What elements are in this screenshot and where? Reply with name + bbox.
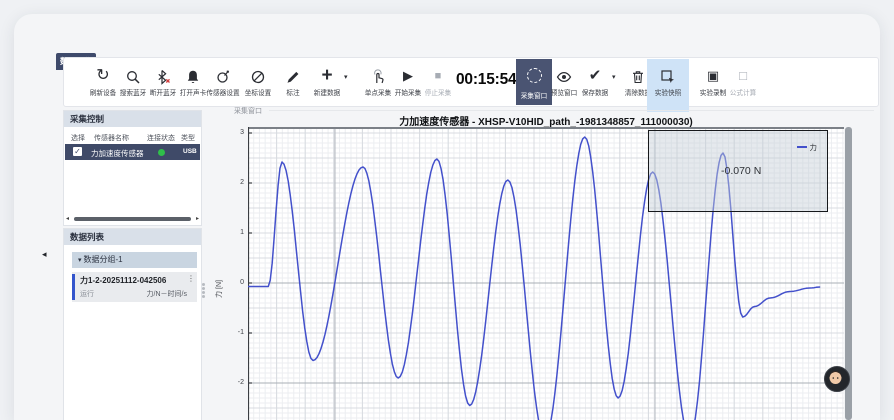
sidebar-collapse-handle[interactable]: ◂ (42, 249, 47, 260)
collect-timer: 00:15:54 (456, 71, 516, 89)
chart-plot-area[interactable]: -0.070 N 力 (248, 127, 844, 420)
row-checkbox[interactable]: ✓ (73, 147, 82, 156)
item-title: 力1-2-20251112-042506 (80, 275, 166, 286)
col-type: 类型 (181, 133, 195, 143)
stop-icon: ■ (417, 66, 459, 86)
sensor-name: 力加速度传感器 (91, 148, 144, 159)
pane-divider (269, 110, 874, 111)
table-row[interactable]: ✓ 力加速度传感器 USB (65, 144, 200, 160)
assistant-avatar-button[interactable] (824, 366, 850, 392)
item-menu-icon[interactable]: ⋮ (187, 274, 195, 283)
splitter-grip[interactable] (202, 282, 206, 299)
data-list-panel: 数据列表 ▾ 数据分组-1 力1-2-20251112-042506 运行 力/… (63, 228, 202, 420)
sensor-type: USB (183, 148, 197, 155)
chevron-down-icon[interactable]: ▾ (344, 73, 348, 81)
stop-collect-button[interactable]: ■ 停止采集 (417, 66, 459, 100)
snapshot-icon (647, 66, 689, 86)
col-conn-status: 连接状态 (147, 133, 175, 143)
item-axes: 力/N－时间/s (147, 289, 187, 299)
y-tick-label: -2 (220, 379, 244, 386)
data-list-item[interactable]: 力1-2-20251112-042506 运行 力/N－时间/s ⋮ (72, 272, 197, 302)
formula-icon: □ (722, 66, 764, 86)
check-icon: ✔ (574, 66, 616, 86)
panel-title: 采集控制 (64, 111, 201, 127)
new-data-button[interactable]: + 新建数据 ▾ (306, 66, 348, 100)
annotation-value: -0.070 N (721, 165, 761, 177)
panel-title: 数据列表 (64, 229, 201, 245)
scroll-right-icon[interactable]: ▸ (196, 215, 199, 223)
save-data-button[interactable]: ✔ 保存数据 ▾ (574, 66, 616, 100)
experiment-snapshot-button[interactable]: 实验快照 (647, 59, 689, 112)
item-status: 运行 (80, 289, 94, 299)
chevron-down-icon[interactable]: ▾ (612, 73, 616, 81)
col-select: 选择 (71, 133, 85, 143)
status-dot (158, 149, 165, 156)
scroll-left-icon[interactable]: ◂ (66, 215, 69, 223)
app-window: 数据采集 数据分析 数据报告 ↻ 刷新设备 搜索蓝牙 断开蓝牙 (14, 14, 880, 420)
y-tick-label: 0 (220, 279, 244, 286)
formula-calc-button[interactable]: □ 公式计算 (722, 66, 764, 100)
face-icon (825, 367, 846, 388)
y-tick-label: 2 (220, 179, 244, 186)
horizontal-scrollbar[interactable]: ◂ ▸ (65, 215, 200, 223)
annotation-box[interactable]: -0.070 N 力 (648, 130, 828, 212)
dashed-circle-icon (527, 68, 542, 83)
scrollbar-thumb[interactable] (74, 217, 191, 221)
y-tick-label: 3 (220, 129, 244, 136)
collect-control-panel: 采集控制 选择 传感器名称 连接状态 类型 ✓ 力加速度传感器 USB ◂ ▸ (63, 110, 202, 226)
plus-icon: + (306, 66, 348, 86)
col-sensor-name: 传感器名称 (94, 133, 129, 143)
y-tick-label: -1 (220, 329, 244, 336)
chart-title: 力加速度传感器 - XHSP-V10HID_path_-1981348857_1… (248, 113, 844, 128)
data-group-row[interactable]: ▾ 数据分组-1 (72, 252, 197, 268)
y-tick-label: 1 (220, 229, 244, 236)
screen: 数据采集 数据分析 数据报告 ↻ 刷新设备 搜索蓝牙 断开蓝牙 (0, 0, 894, 420)
item-accent-bar (72, 274, 75, 300)
legend-line-swatch (797, 146, 807, 148)
toolbar: ↻ 刷新设备 搜索蓝牙 断开蓝牙 打开声卡 (63, 57, 879, 107)
chart-legend: 力 (797, 142, 818, 153)
